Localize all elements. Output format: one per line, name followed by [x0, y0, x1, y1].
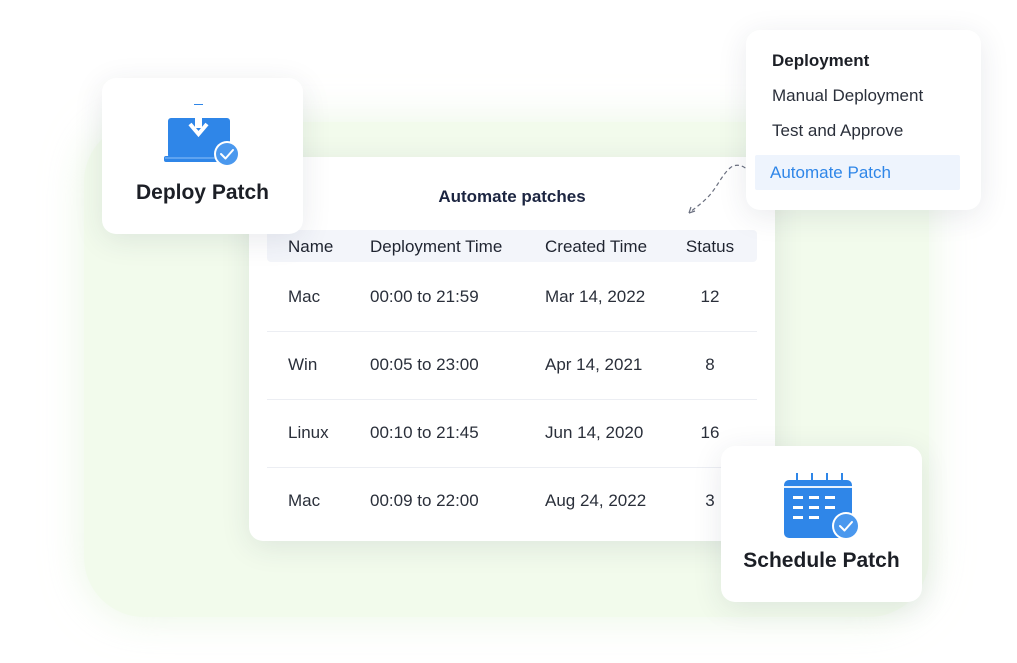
cell-name: Mac: [288, 287, 321, 306]
menu-item-test-and-approve[interactable]: Test and Approve: [772, 121, 903, 141]
table-row[interactable]: Mac 00:09 to 22:00 Aug 24, 2022 3: [267, 468, 757, 535]
menu-item-automate-patch[interactable]: Automate Patch: [755, 155, 960, 190]
table-row[interactable]: Win 00:05 to 23:00 Apr 14, 2021 8: [267, 332, 757, 399]
menu-title: Deployment: [772, 51, 870, 70]
schedule-patch-label: Schedule Patch: [743, 549, 900, 572]
header-created-time: Created Time: [545, 237, 648, 256]
cell-created-time: Apr 14, 2021: [545, 355, 643, 374]
cell-created-time: Mar 14, 2022: [545, 287, 646, 306]
header-name: Name: [288, 237, 334, 256]
deployment-menu-card: Deployment Manual Deployment Test and Ap…: [746, 30, 981, 210]
menu-item-manual-deployment[interactable]: Manual Deployment: [772, 86, 923, 106]
cell-deployment-time: 00:10 to 21:45: [370, 423, 479, 442]
cell-deployment-time: 00:05 to 23:00: [370, 355, 479, 374]
header-status: Status: [685, 237, 735, 256]
header-deployment-time: Deployment Time: [370, 237, 503, 256]
cell-status: 16: [700, 423, 720, 442]
schedule-patch-card[interactable]: Schedule Patch: [721, 446, 922, 602]
table-header: Name Deployment Time Created Time Status: [267, 230, 757, 262]
cell-name: Mac: [288, 491, 321, 510]
cell-name: Win: [288, 355, 318, 374]
illustration-stage: Automate patches Name Deployment Time Cr…: [0, 0, 1017, 663]
cell-deployment-time: 00:09 to 22:00: [370, 491, 479, 510]
cell-deployment-time: 00:00 to 21:59: [370, 287, 479, 306]
laptop-download-icon: [164, 104, 240, 167]
cell-status: 8: [705, 355, 715, 374]
cell-status: 12: [700, 287, 720, 306]
cell-created-time: Jun 14, 2020: [545, 423, 644, 442]
table-row[interactable]: Mac 00:00 to 21:59 Mar 14, 2022 12: [267, 264, 757, 331]
deploy-patch-label: Deploy Patch: [135, 181, 270, 204]
cell-name: Linux: [288, 423, 329, 442]
cell-created-time: Aug 24, 2022: [545, 491, 647, 510]
table-row[interactable]: Linux 00:10 to 21:45 Jun 14, 2020 16: [267, 400, 757, 467]
calendar-check-icon: [784, 473, 860, 540]
deploy-patch-card[interactable]: Deploy Patch: [102, 78, 303, 234]
